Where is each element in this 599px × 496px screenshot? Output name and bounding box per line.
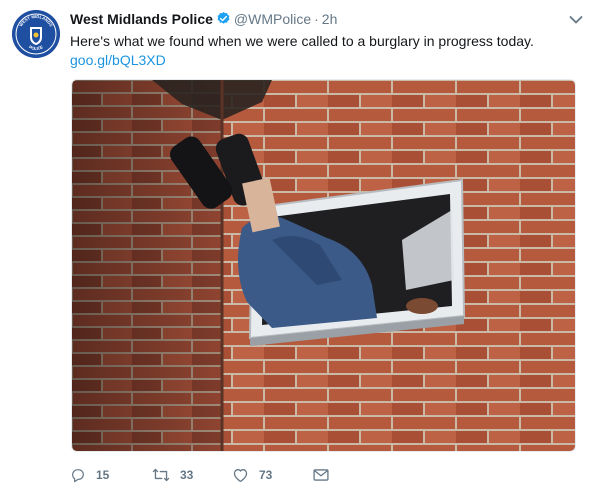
like-count: 73 <box>259 468 273 482</box>
burglar-stuck-in-window-photo <box>72 80 575 451</box>
tweet-card[interactable]: WEST MIDLANDS POLICE West Midlands Polic… <box>0 0 599 496</box>
direct-message-button[interactable] <box>313 464 329 486</box>
author-name[interactable]: West Midlands Police <box>70 11 213 27</box>
verified-badge-icon <box>216 11 231 30</box>
tweet-text: Here's what we found when we were called… <box>70 33 534 49</box>
retweet-icon <box>152 467 170 483</box>
heart-icon <box>232 467 249 483</box>
tweet-link[interactable]: goo.gl/bQL3XD <box>70 50 166 70</box>
retweet-button[interactable]: 33 <box>152 464 193 486</box>
like-button[interactable]: 73 <box>232 464 272 486</box>
author-handle[interactable]: @WMPolice <box>234 11 311 27</box>
tweet-header: West Midlands Police @WMPolice · 2h <box>70 10 579 30</box>
envelope-icon <box>313 468 329 482</box>
separator: · <box>314 11 319 27</box>
police-badge-logo: WEST MIDLANDS POLICE <box>12 10 60 58</box>
retweet-count: 33 <box>180 468 194 482</box>
avatar[interactable]: WEST MIDLANDS POLICE <box>12 10 60 58</box>
timestamp[interactable]: 2h <box>322 11 338 27</box>
chevron-down-icon[interactable] <box>569 12 583 24</box>
tweet-photo[interactable] <box>71 79 576 452</box>
reply-count: 15 <box>96 468 110 482</box>
reply-button[interactable]: 15 <box>70 464 109 486</box>
reply-icon <box>70 467 86 483</box>
